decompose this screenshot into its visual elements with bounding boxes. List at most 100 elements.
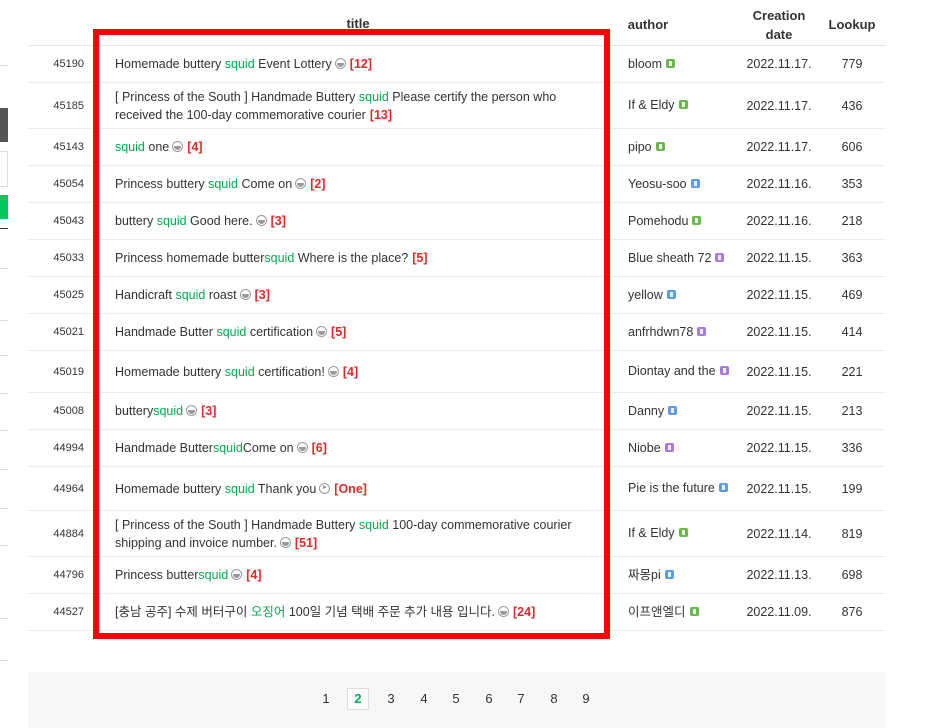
comment-count[interactable]: [51] (295, 536, 317, 550)
author-name[interactable]: Pie is the future (628, 481, 715, 495)
article-title-cell: Handmade ButtersquidCome on [6] (115, 430, 597, 466)
author-name[interactable]: Niobe (628, 441, 661, 455)
article-title-link[interactable]: Handmade ButtersquidCome on [6] (115, 439, 327, 457)
comment-count[interactable]: [4] (246, 568, 261, 582)
view-count: 606 (841, 140, 863, 154)
table-row: 44994 Handmade ButtersquidCome on [6] Niobe… (28, 430, 886, 467)
comment-count[interactable]: [3] (271, 214, 286, 228)
article-number: 45143 (53, 141, 84, 153)
comment-count[interactable]: [24] (513, 605, 535, 619)
author-name[interactable]: pipo (628, 140, 652, 154)
author-name[interactable]: Pomehodu (628, 214, 688, 228)
article-title-link[interactable]: Princess buttery squid Come on [2] (115, 175, 325, 193)
sidebar-dark-block[interactable] (0, 108, 8, 142)
author-name[interactable]: If & Eldy (628, 526, 675, 540)
page-link[interactable]: 3 (380, 688, 402, 710)
author-cell: Pie is the future (628, 467, 736, 510)
title-text: [ Princess of the South ] Handmade Butte… (115, 517, 359, 532)
article-title-link[interactable]: Princess buttersquid [4] (115, 566, 262, 584)
view-count: 414 (841, 325, 863, 339)
article-title-link[interactable]: [ Princess of the South ] Handmade Butte… (115, 88, 597, 124)
comment-count[interactable]: [5] (412, 251, 427, 265)
search-keyword: squid (156, 214, 187, 228)
article-number: 45025 (53, 289, 84, 301)
comment-count[interactable]: [13] (370, 108, 392, 122)
member-level-badge-icon (664, 442, 674, 452)
page-link[interactable]: 9 (575, 688, 597, 710)
view-count: 876 (841, 605, 863, 619)
article-title-link[interactable]: butterysquid [3] (115, 402, 216, 420)
page-link[interactable]: 8 (543, 688, 565, 710)
sidebar-divider (0, 545, 8, 546)
creation-date: 2022.11.13. (746, 568, 812, 582)
comment-count[interactable]: [5] (331, 325, 346, 339)
author-name[interactable]: If & Eldy (628, 98, 675, 112)
page-link[interactable]: 4 (413, 688, 435, 710)
member-level-badge-icon (664, 569, 674, 579)
article-title-link[interactable]: buttery squid Good here. [3] (115, 212, 286, 230)
author-name[interactable]: Danny (628, 404, 664, 418)
video-icon (319, 482, 331, 494)
sidebar-input-box[interactable] (0, 151, 8, 187)
article-title-link[interactable]: Homemade buttery squid certification! [4] (115, 363, 358, 381)
view-count: 363 (841, 251, 863, 265)
comment-count[interactable]: [4] (343, 365, 358, 379)
creation-date: 2022.11.14. (746, 526, 812, 541)
article-title-cell: Princess buttersquid [4] (115, 557, 597, 593)
author-cell: pipo (628, 129, 736, 165)
sidebar-divider (0, 268, 8, 269)
table-row: 45190 Homemade buttery squid Event Lotter… (28, 46, 886, 83)
article-title-link[interactable]: Handmade Butter squid certification [5] (115, 323, 346, 341)
author-cell: Yeosu-soo (628, 166, 736, 202)
author-name[interactable]: bloom (628, 57, 662, 71)
member-level-badge-icon (666, 289, 676, 299)
author-cell: Danny (628, 393, 736, 429)
article-title-link[interactable]: Homemade buttery squid Thank you [One] (115, 480, 367, 498)
sidebar-divider (0, 65, 8, 66)
article-title-link[interactable]: squid one [4] (115, 138, 203, 156)
article-title-link[interactable]: [ Princess of the South ] Handmade Butte… (115, 516, 597, 552)
sidebar-green-button[interactable] (0, 195, 8, 219)
title-text: 100일 기념 택배 주문 추가 내용 입니다. (285, 605, 495, 619)
comment-count[interactable]: [12] (350, 57, 372, 71)
member-level-badge-icon (718, 483, 728, 492)
page-link[interactable]: 1 (315, 688, 337, 710)
title-text: Handicraft (115, 288, 176, 302)
comment-count[interactable]: [One] (334, 482, 367, 496)
title-text: Handmade Butter (115, 441, 213, 455)
page-link-current[interactable]: 2 (347, 688, 369, 710)
creation-date: 2022.11.17. (746, 140, 812, 154)
search-keyword: squid (216, 325, 247, 339)
article-title-link[interactable]: [충남 공주] 수제 버터구이 오징어 100일 기념 택배 주문 추가 내용 … (115, 603, 535, 621)
author-name[interactable]: anfrhdwn78 (628, 325, 693, 339)
article-title-link[interactable]: Handicraft squid roast [3] (115, 286, 270, 304)
author-cell: 이프앤엘디 (628, 594, 736, 630)
article-title-link[interactable]: Princess homemade buttersquid Where is t… (115, 249, 428, 267)
comment-count[interactable]: [3] (201, 404, 216, 418)
article-title-link[interactable]: Homemade buttery squid Event Lottery [12] (115, 55, 372, 73)
comment-count[interactable]: [3] (255, 288, 270, 302)
title-text: Princess homemade butter (115, 251, 265, 265)
image-icon (255, 215, 267, 226)
comment-count[interactable]: [2] (310, 177, 325, 191)
author-name[interactable]: 이프앤엘디 (628, 605, 686, 619)
page-link[interactable]: 7 (510, 688, 532, 710)
member-level-badge-icon (697, 326, 707, 336)
creation-date: 2022.11.17. (746, 98, 812, 113)
search-keyword: squid (198, 568, 229, 582)
page-link[interactable]: 5 (445, 688, 467, 710)
author-name[interactable]: Diontay and the (628, 364, 716, 378)
author-name[interactable]: yellow (628, 288, 663, 302)
creation-date: 2022.11.16. (746, 214, 812, 228)
author-name[interactable]: Yeosu-soo (628, 177, 687, 191)
comment-count[interactable]: [4] (187, 140, 202, 154)
title-text: certification (246, 325, 314, 339)
member-level-badge-icon (690, 178, 700, 188)
page-link[interactable]: 6 (478, 688, 500, 710)
article-number: 45021 (53, 326, 84, 338)
search-keyword: squid (358, 517, 389, 532)
article-title-cell: Handicraft squid roast [3] (115, 277, 597, 313)
comment-count[interactable]: [6] (312, 441, 327, 455)
author-name[interactable]: 짜몽pi (628, 568, 661, 582)
author-name[interactable]: Blue sheath 72 (628, 251, 711, 265)
